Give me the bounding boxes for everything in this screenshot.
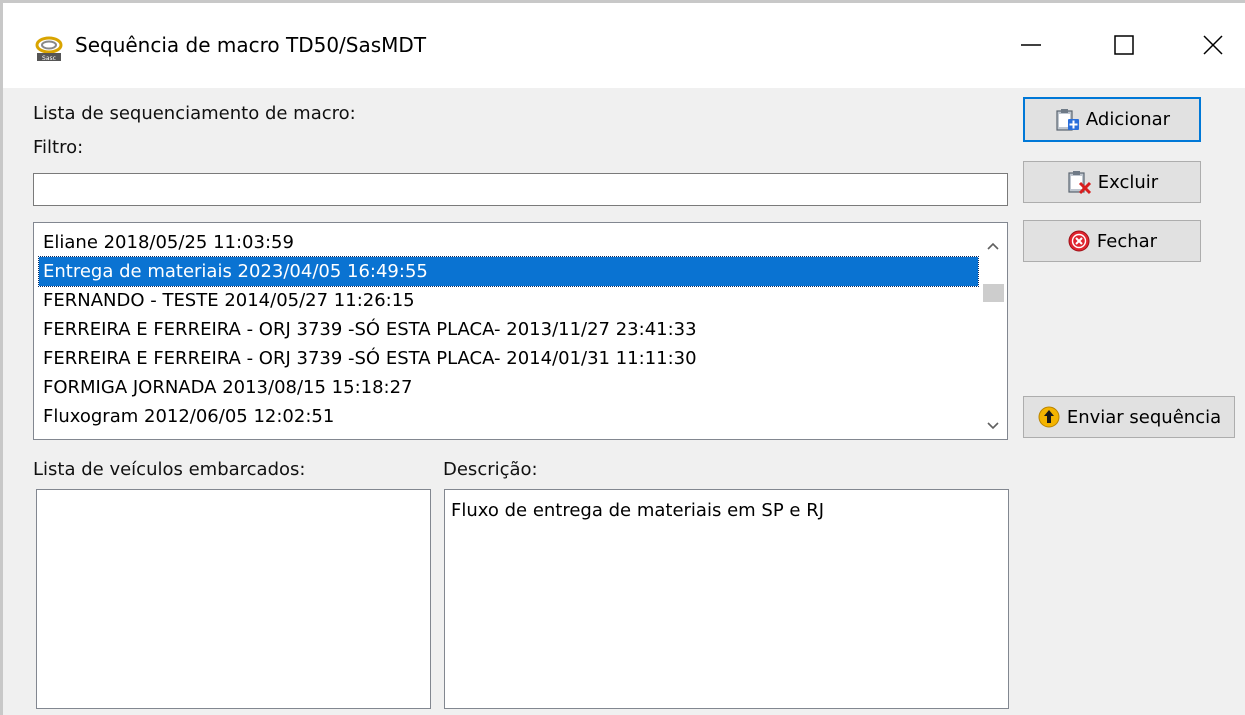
send-sequence-button[interactable]: Enviar sequência bbox=[1023, 396, 1235, 438]
list-item-selected[interactable]: Entrega de materiais 2023/04/05 16:49:55 bbox=[38, 256, 979, 287]
filter-input[interactable] bbox=[33, 173, 1008, 206]
clipboard-add-icon bbox=[1054, 107, 1080, 133]
close-window-button[interactable] bbox=[1183, 19, 1243, 75]
sasmdt-logo-icon: Sasc bbox=[34, 33, 64, 63]
arrow-up-circle-icon bbox=[1037, 405, 1061, 429]
description-text: Fluxo de entrega de materiais em SP e RJ bbox=[451, 500, 825, 521]
minimize-icon bbox=[1019, 33, 1043, 62]
close-icon bbox=[1201, 33, 1225, 62]
close-circle-icon bbox=[1067, 229, 1091, 253]
description-box[interactable]: Fluxo de entrega de materiais em SP e RJ bbox=[444, 489, 1009, 709]
list-item[interactable]: Eliane 2018/05/25 11:03:59 bbox=[39, 228, 978, 257]
scroll-thumb[interactable] bbox=[983, 284, 1004, 302]
maximize-icon bbox=[1112, 33, 1136, 62]
filter-label: Filtro: bbox=[33, 137, 84, 158]
macro-sequence-window: Sasc Sequência de macro TD50/SasMDT List… bbox=[0, 0, 1245, 715]
list-item[interactable]: Fluxogram 2012/06/05 12:02:51 bbox=[39, 402, 978, 431]
list-item[interactable]: FERNANDO - TESTE 2014/05/27 11:26:15 bbox=[39, 286, 978, 315]
chevron-up-icon bbox=[986, 235, 1000, 256]
list-item[interactable]: FERREIRA E FERREIRA - ORJ 3739 -SÓ ESTA … bbox=[39, 344, 978, 373]
scroll-up-button[interactable] bbox=[980, 232, 1006, 258]
vertical-scrollbar[interactable] bbox=[980, 224, 1006, 438]
sequence-listbox[interactable]: Eliane 2018/05/25 11:03:59 Entrega de ma… bbox=[33, 222, 1008, 440]
sequence-list-items: Eliane 2018/05/25 11:03:59 Entrega de ma… bbox=[38, 228, 979, 431]
scroll-down-button[interactable] bbox=[980, 412, 1006, 438]
description-label: Descrição: bbox=[443, 459, 538, 480]
clipboard-delete-icon bbox=[1066, 169, 1092, 195]
close-button[interactable]: Fechar bbox=[1023, 220, 1201, 262]
vehicles-listbox[interactable] bbox=[36, 489, 431, 709]
sequence-list-label: Lista de sequenciamento de macro: bbox=[33, 103, 356, 124]
add-button[interactable]: Adicionar bbox=[1023, 97, 1201, 142]
window-title: Sequência de macro TD50/SasMDT bbox=[75, 33, 427, 57]
svg-text:Sasc: Sasc bbox=[42, 55, 56, 62]
title-bar[interactable]: Sasc Sequência de macro TD50/SasMDT bbox=[3, 3, 1245, 88]
chevron-down-icon bbox=[986, 415, 1000, 436]
list-item[interactable]: FERREIRA E FERREIRA - ORJ 3739 -SÓ ESTA … bbox=[39, 315, 978, 344]
delete-button-label: Excluir bbox=[1097, 171, 1159, 193]
send-sequence-button-label: Enviar sequência bbox=[1066, 406, 1222, 428]
vehicles-label: Lista de veículos embarcados: bbox=[33, 459, 306, 480]
add-button-label: Adicionar bbox=[1085, 109, 1171, 130]
minimize-button[interactable] bbox=[1001, 19, 1061, 75]
list-item[interactable]: FORMIGA JORNADA 2013/08/15 15:18:27 bbox=[39, 373, 978, 402]
delete-button[interactable]: Excluir bbox=[1023, 161, 1201, 203]
close-button-label: Fechar bbox=[1096, 230, 1158, 252]
maximize-button[interactable] bbox=[1094, 19, 1154, 75]
